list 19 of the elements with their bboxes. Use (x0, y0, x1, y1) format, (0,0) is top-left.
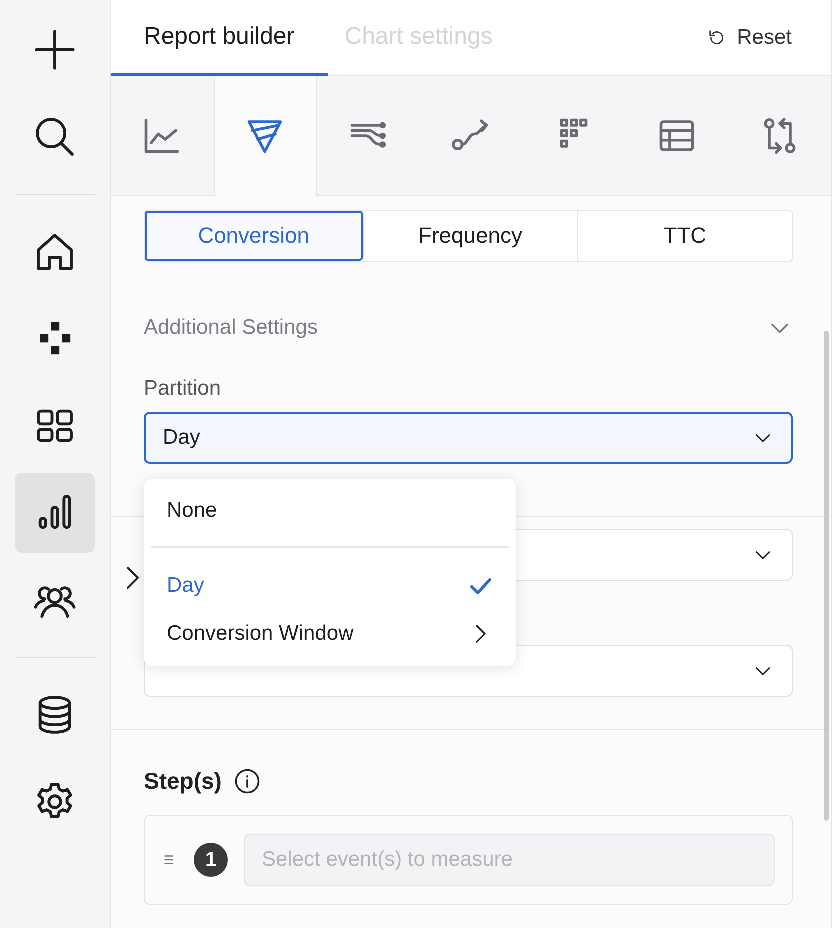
search-icon (33, 115, 77, 159)
segment-tab[interactable]: Frequency (362, 211, 578, 261)
sidebar-item[interactable] (15, 473, 95, 553)
event-input[interactable]: Select event(s) to measure (244, 834, 775, 886)
plus-icon (33, 28, 77, 72)
section-title: Step(s) (144, 768, 222, 795)
field-label: Partition (144, 377, 222, 401)
partition-select[interactable]: Day (144, 412, 793, 464)
segment-tab[interactable]: TTC (577, 211, 792, 261)
chart-type-tab[interactable] (214, 76, 317, 196)
step-number: 1 (194, 843, 228, 877)
section-title: Additional Settings (144, 316, 318, 340)
section-header[interactable]: Additional Settings (144, 314, 793, 342)
menu-item[interactable]: Day (151, 562, 509, 610)
menu-item[interactable]: None (151, 487, 509, 535)
info-icon[interactable] (234, 768, 261, 795)
segment-tab[interactable]: Conversion (145, 211, 363, 261)
menu-item[interactable]: Conversion Window (151, 610, 509, 658)
reset-button[interactable]: Reset (703, 22, 796, 54)
